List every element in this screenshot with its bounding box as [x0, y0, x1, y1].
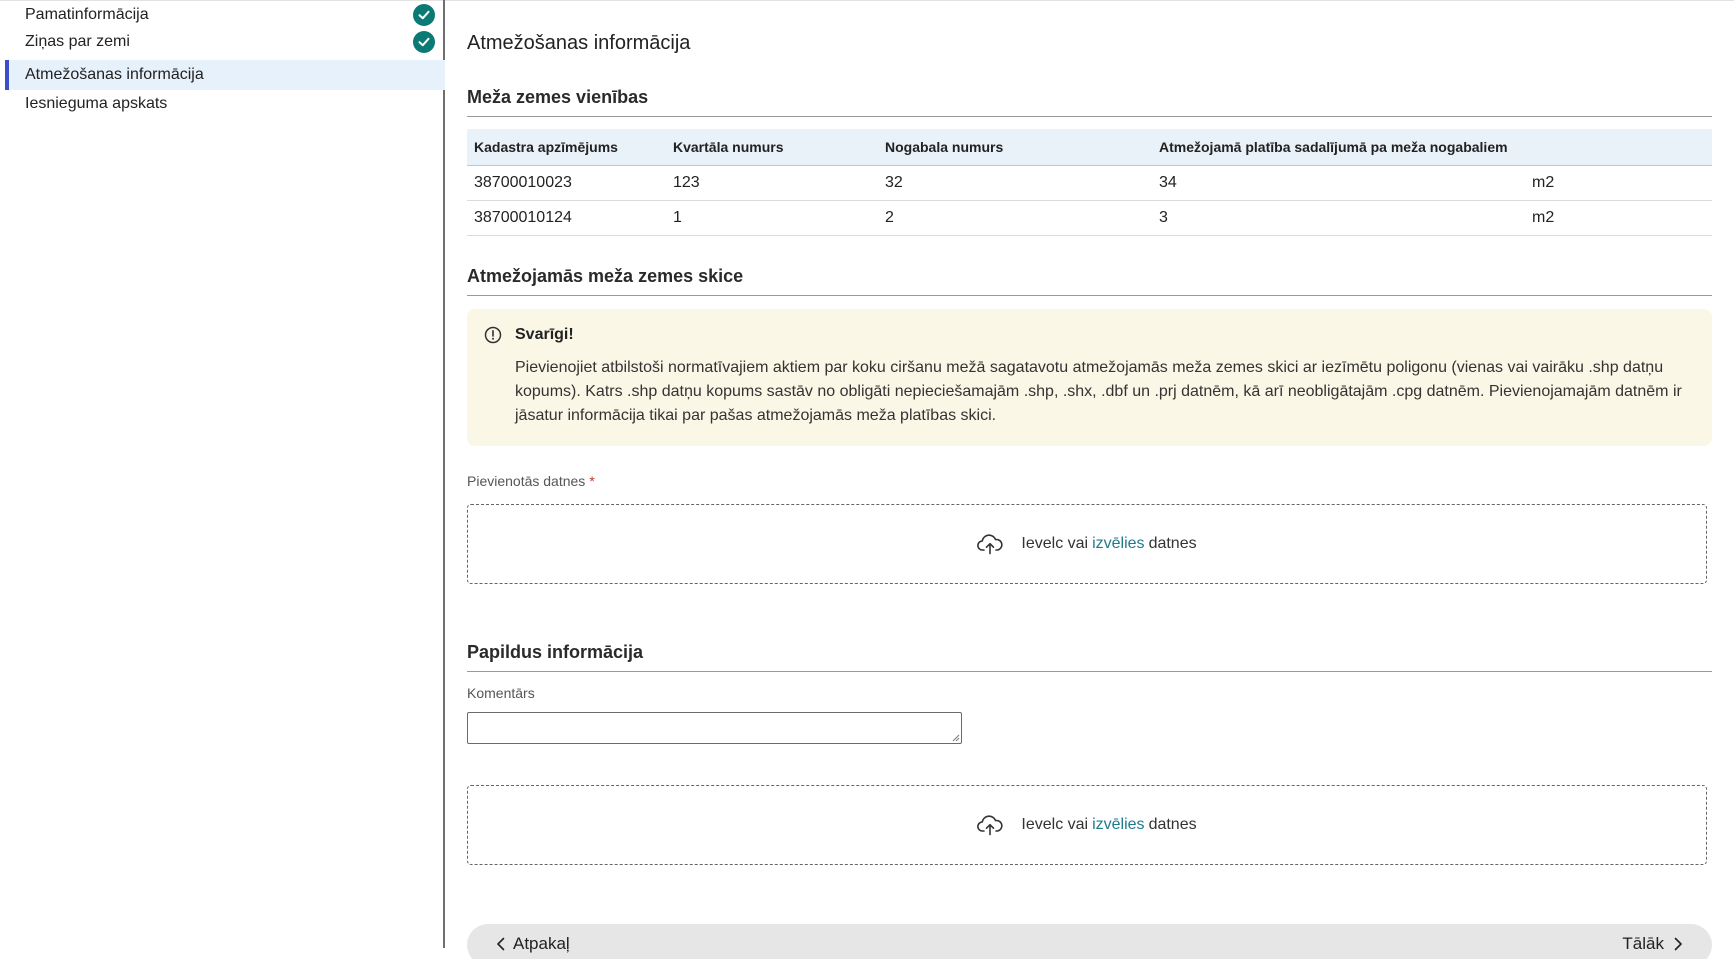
page-title: Atmežošanas informācija	[467, 32, 691, 54]
choose-files-link[interactable]: izvēlies	[1092, 816, 1144, 834]
sidebar-item-atmezosanas-informacija[interactable]: Atmežošanas informācija	[5, 60, 445, 90]
plot-cell: 2	[878, 200, 1152, 236]
alert-icon	[484, 326, 502, 344]
important-alert: Svarīgi! Pievienojiet atbilstoši normatī…	[467, 309, 1712, 446]
column-header: Kvartāla numurs	[666, 129, 878, 166]
upload-cloud-icon	[977, 815, 1004, 836]
file-dropzone-sketch[interactable]: Ievelc vai izvēlies datnes	[467, 504, 1707, 584]
bottom-navigation-bar: Atpakaļ Tālāk	[467, 924, 1712, 959]
cadastre-cell: 38700010023	[467, 165, 666, 201]
column-header: Nogabala numurs	[878, 129, 1152, 166]
dropzone-suffix: datnes	[1148, 535, 1197, 552]
choose-files-link[interactable]: izvēlies	[1092, 535, 1144, 553]
next-button-label: Tālāk	[1622, 934, 1664, 953]
back-button-label: Atpakaļ	[513, 934, 570, 953]
sidebar-item-label: Pamatinformācija	[25, 6, 149, 23]
section-title-extra: Papildus informācija	[467, 642, 1712, 672]
file-dropzone-extra[interactable]: Ievelc vai izvēlies datnes	[467, 785, 1707, 865]
attached-files-label-text: Pievienotās datnes	[467, 473, 586, 489]
dropzone-prefix: Ievelc vai	[1021, 535, 1089, 552]
comment-label: Komentārs	[467, 685, 535, 701]
check-icon	[413, 4, 435, 26]
comment-field[interactable]	[467, 712, 962, 744]
area-cell: 3	[1152, 200, 1525, 236]
column-header	[1525, 129, 1712, 166]
section-title-sketch: Atmežojamās meža zemes skice	[467, 266, 1712, 296]
sidebar-item-iesnieguma-apskats[interactable]: Iesnieguma apskats	[5, 89, 445, 119]
sidebar-item-label: Ziņas par zemi	[25, 33, 130, 50]
main-content: Atmežošanas informācija Meža zemes vienī…	[467, 0, 1712, 959]
dropzone-prefix: Ievelc vai	[1021, 816, 1089, 833]
check-icon	[413, 31, 435, 53]
required-mark: *	[589, 473, 595, 489]
sidebar-nav: Pamatinformācija Ziņas par zemi Atmežoša…	[5, 0, 445, 948]
table-header-row: Kadastra apzīmējums Kvartāla numurs Noga…	[467, 129, 1712, 166]
sidebar-item-label: Atmežošanas informācija	[25, 66, 204, 83]
alert-title: Svarīgi!	[515, 326, 574, 343]
chevron-right-icon	[1674, 937, 1682, 951]
alert-text: Pievienojiet atbilstoši normatīvajiem ak…	[515, 359, 1682, 424]
table-row: 38700010124 1 2 3 m2	[467, 200, 1712, 236]
sidebar-item-pamatinformacija[interactable]: Pamatinformācija	[5, 0, 445, 30]
plot-cell: 32	[878, 165, 1152, 201]
unit-cell: m2	[1525, 200, 1712, 236]
back-button[interactable]: Atpakaļ	[495, 934, 570, 954]
attached-files-label: Pievienotās datnes *	[467, 473, 595, 489]
forest-units-table: Kadastra apzīmējums Kvartāla numurs Noga…	[467, 129, 1712, 236]
chevron-left-icon	[497, 937, 505, 951]
sidebar-item-zinas-par-zemi[interactable]: Ziņas par zemi	[5, 27, 445, 57]
sidebar-item-label: Iesnieguma apskats	[25, 95, 168, 112]
section-title-units: Meža zemes vienības	[467, 87, 1712, 117]
table-row: 38700010023 123 32 34 m2	[467, 165, 1712, 201]
column-header: Atmežojamā platība sadalījumā pa meža no…	[1152, 129, 1525, 166]
column-header: Kadastra apzīmējums	[467, 129, 666, 166]
dropzone-suffix: datnes	[1148, 816, 1197, 833]
quarter-cell: 123	[666, 165, 878, 201]
area-cell: 34	[1152, 165, 1525, 201]
upload-cloud-icon	[977, 534, 1004, 555]
cadastre-cell: 38700010124	[467, 200, 666, 236]
quarter-cell: 1	[666, 200, 878, 236]
resize-handle-icon[interactable]	[952, 734, 960, 742]
unit-cell: m2	[1525, 165, 1712, 201]
next-button[interactable]: Tālāk	[1622, 934, 1684, 954]
